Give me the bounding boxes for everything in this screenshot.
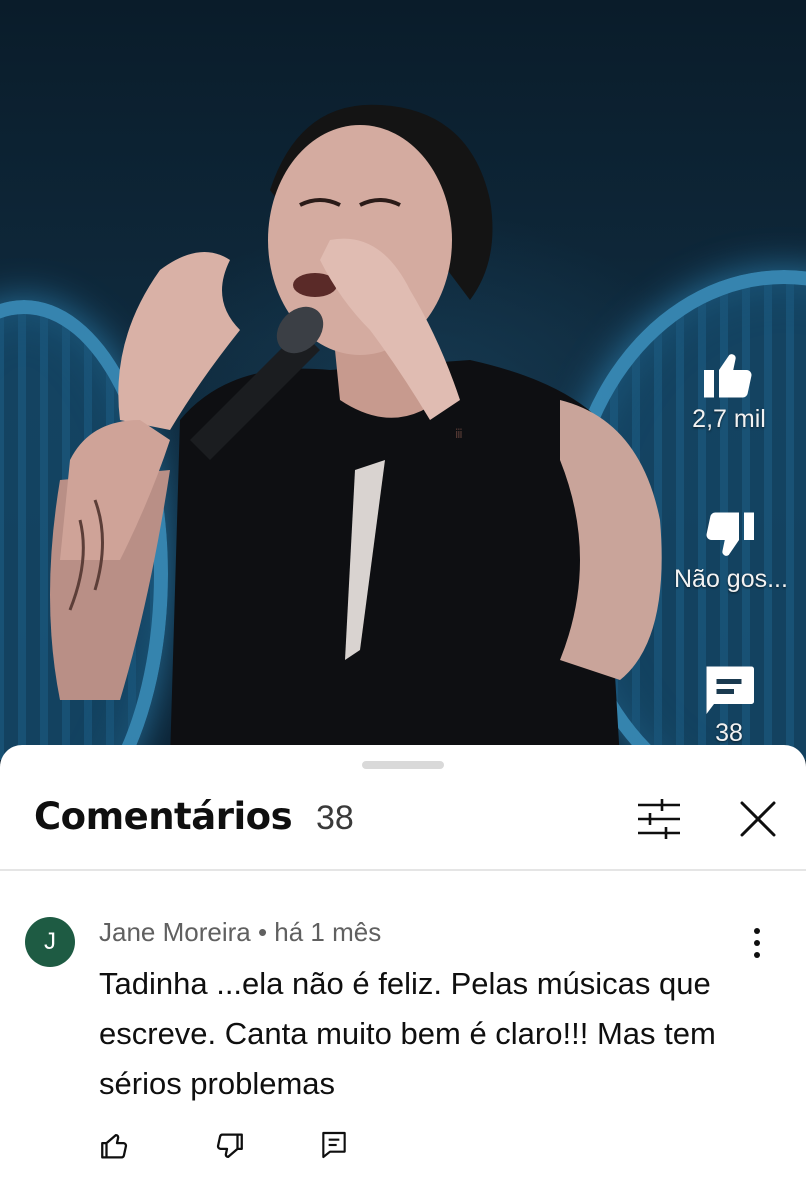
comment-text: Tadinha ...ela não é feliz. Pelas música… [99, 966, 716, 1101]
header-divider [0, 869, 806, 871]
like-action[interactable]: 2,7 mil [674, 345, 784, 434]
thumbs-down-icon [706, 512, 754, 556]
comment-dislike-button[interactable] [212, 1129, 248, 1165]
thumbs-up-icon [704, 354, 752, 398]
comment-like-button[interactable] [98, 1129, 134, 1165]
reply-icon [322, 1131, 346, 1159]
like-count: 2,7 mil [692, 405, 766, 433]
comments-title: Comentários [34, 795, 293, 838]
more-vertical-icon [754, 928, 760, 958]
dislike-action[interactable]: Não gos... [674, 505, 788, 594]
comments-count-partial: 38 [715, 719, 743, 747]
avatar[interactable]: J [25, 917, 75, 967]
filter-sliders-icon [638, 799, 680, 839]
svg-text:ⅲ: ⅲ [455, 427, 463, 441]
comments-action[interactable]: 38 [674, 659, 784, 748]
thumbs-down-icon [216, 1133, 243, 1159]
filter-button[interactable] [634, 797, 684, 841]
thumbs-up-icon [101, 1133, 128, 1159]
close-button[interactable] [734, 795, 782, 843]
comment-icon [706, 666, 754, 714]
comment-reply-button[interactable] [318, 1129, 354, 1165]
comment-meta[interactable]: Jane Moreira • há 1 mês [99, 917, 381, 948]
video-player[interactable]: ⅲ 2,7 mil Não gos... 38 [0, 0, 806, 760]
comments-count: 38 [316, 799, 354, 837]
dislike-label: Não gos... [674, 565, 788, 593]
close-icon [740, 801, 776, 837]
avatar-initial: J [44, 928, 56, 955]
comment-more-button[interactable] [742, 925, 772, 961]
drag-handle[interactable] [362, 761, 444, 769]
comments-sheet: Comentários 38 J Jane Moreira • há 1 mês… [0, 745, 806, 1200]
